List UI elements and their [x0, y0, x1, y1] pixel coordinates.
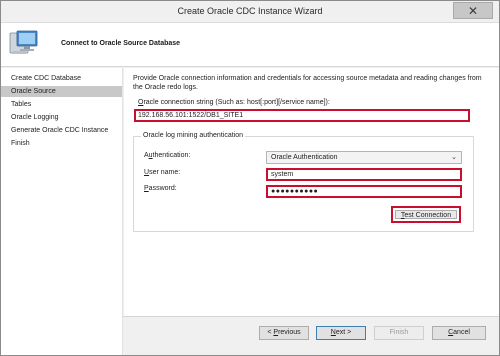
next-button[interactable]: Next >: [316, 326, 366, 340]
user-name-input[interactable]: system: [266, 168, 462, 181]
nav-item-finish[interactable]: Finish: [1, 138, 122, 149]
password-label: Password:: [144, 185, 177, 192]
close-icon: ✕: [467, 3, 479, 18]
computer-monitor-icon: [9, 30, 38, 54]
wizard-nav: Create CDC Database Oracle Source Tables…: [1, 68, 123, 355]
user-name-label: User name:: [144, 169, 181, 176]
wizard-header: Connect to Oracle Source Database: [1, 23, 499, 67]
finish-button[interactable]: Finish: [374, 326, 424, 340]
chevron-down-icon: ⌄: [451, 154, 457, 161]
footer-divider: [123, 316, 499, 317]
cancel-button[interactable]: Cancel: [432, 326, 486, 340]
nav-item-oracle-source[interactable]: Oracle Source: [1, 86, 122, 97]
page-title: Connect to Oracle Source Database: [61, 40, 181, 47]
nav-item-create-cdc-database[interactable]: Create CDC Database: [1, 73, 122, 84]
close-button[interactable]: ✕: [453, 2, 493, 19]
authentication-select[interactable]: Oracle Authentication ⌄: [266, 151, 462, 164]
previous-button[interactable]: < Previous: [259, 326, 309, 340]
password-input[interactable]: ●●●●●●●●●●: [266, 185, 462, 198]
window-title: Create Oracle CDC Instance Wizard: [177, 6, 323, 16]
auth-group-title: Oracle log mining authentication: [141, 132, 246, 139]
connection-string-input[interactable]: 192.168.56.101:1522/DB1_SITE1: [134, 109, 470, 122]
test-connection-highlight: Test Connection: [391, 206, 461, 223]
connection-string-label: Oracle connection string (Such as: host[…: [138, 99, 330, 106]
nav-item-tables[interactable]: Tables: [1, 99, 122, 110]
nav-item-generate-oracle-cdc-instance[interactable]: Generate Oracle CDC Instance: [1, 125, 122, 136]
instructions-text: Provide Oracle connection information an…: [133, 75, 482, 91]
title-bar: Create Oracle CDC Instance Wizard ✕: [1, 1, 499, 23]
nav-item-oracle-logging[interactable]: Oracle Logging: [1, 112, 122, 123]
test-connection-button[interactable]: Test Connection: [395, 210, 457, 219]
authentication-label: Authentication:: [144, 152, 191, 159]
wizard-window: Create Oracle CDC Instance Wizard ✕ Conn…: [0, 0, 500, 356]
authentication-value: Oracle Authentication: [271, 154, 338, 161]
